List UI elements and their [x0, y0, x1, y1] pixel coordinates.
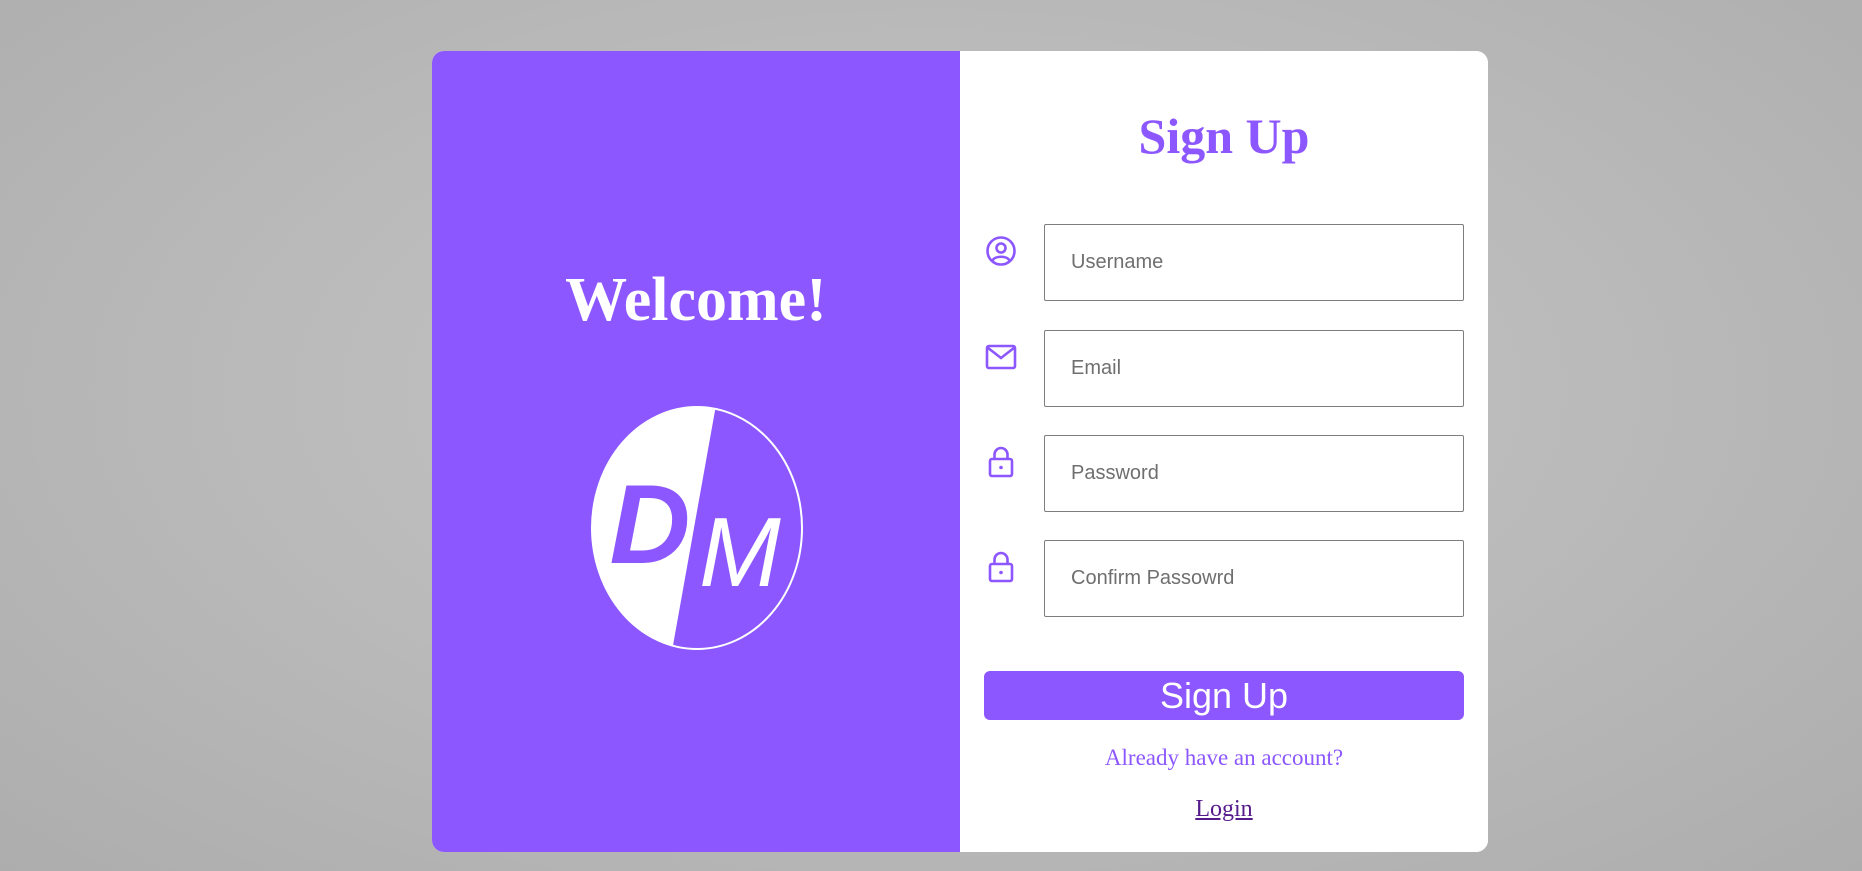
lock-icon	[984, 445, 1018, 479]
svg-text:M: M	[699, 497, 781, 607]
dm-logo-icon: D M	[591, 406, 803, 650]
sign-up-button[interactable]: Sign Up	[984, 671, 1464, 720]
username-input[interactable]	[1044, 224, 1464, 301]
mail-icon	[984, 340, 1018, 374]
signup-card: Welcome! D M Sign Up Username Email Sign…	[432, 51, 1488, 852]
user-circle-icon	[984, 234, 1018, 268]
username-row	[984, 224, 1464, 301]
signup-title: Sign Up	[1138, 108, 1310, 164]
account-prompt: Already have an account?	[1104, 745, 1344, 770]
welcome-panel: Welcome! D M	[432, 51, 960, 852]
signup-form-panel: Sign Up Username Email Sign Up Already h…	[960, 51, 1488, 852]
password-row	[984, 435, 1464, 512]
login-link[interactable]: Login	[1195, 796, 1252, 822]
password-input[interactable]	[1044, 435, 1464, 512]
confirm-password-input[interactable]	[1044, 540, 1464, 617]
confirm-password-row	[984, 540, 1464, 617]
email-input[interactable]	[1044, 330, 1464, 407]
login-link-container: Login	[960, 794, 1488, 824]
lock-icon	[984, 550, 1018, 584]
email-row	[984, 330, 1464, 407]
welcome-heading: Welcome!	[565, 266, 827, 334]
svg-text:D: D	[610, 462, 691, 587]
